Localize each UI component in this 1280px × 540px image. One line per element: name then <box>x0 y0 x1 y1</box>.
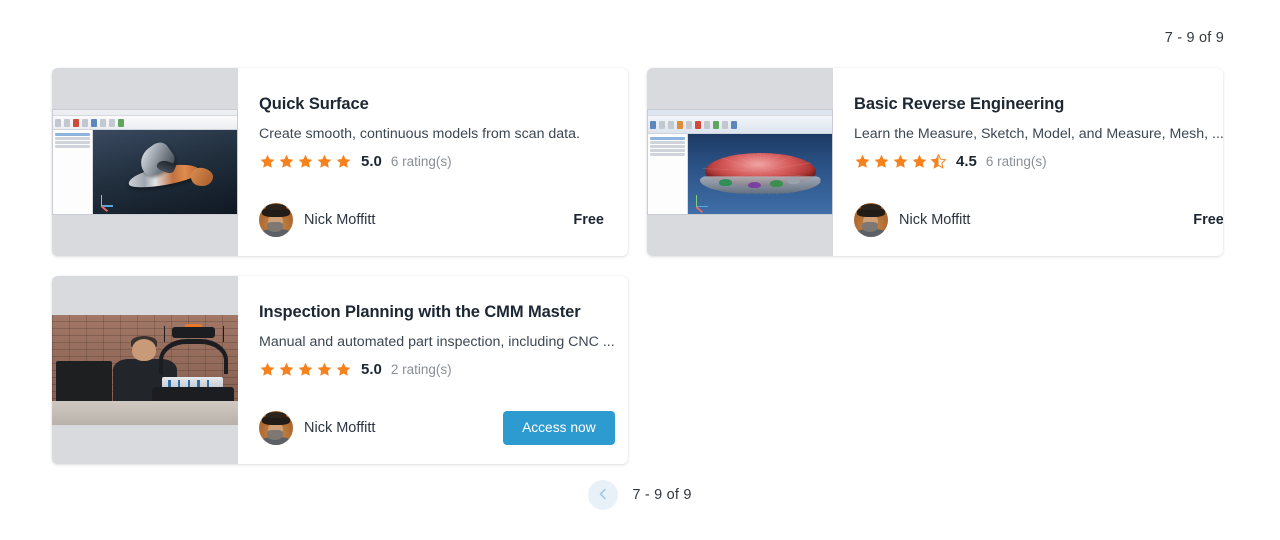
course-description: Learn the Measure, Sketch, Model, and Me… <box>854 125 1223 142</box>
course-description: Create smooth, continuous models from sc… <box>259 125 580 142</box>
course-title[interactable]: Quick Surface <box>259 95 604 115</box>
star-icon <box>911 153 928 170</box>
author-name: Nick Moffitt <box>304 420 376 436</box>
author-name: Nick Moffitt <box>899 212 971 228</box>
star-half-icon <box>930 153 947 170</box>
course-author[interactable]: Nick Moffitt <box>259 411 375 445</box>
course-thumbnail[interactable] <box>647 68 833 256</box>
course-title[interactable]: Inspection Planning with the CMM Master <box>259 303 615 323</box>
star-icon <box>297 361 314 378</box>
cad-dome-screenshot-icon <box>647 68 833 256</box>
course-listing-page: 7 - 9 of 9 Quick Surface Create smooth, … <box>0 0 1280 540</box>
course-card[interactable]: Basic Reverse Engineering Learn the Meas… <box>647 68 1223 256</box>
star-icon <box>278 361 295 378</box>
price-label: Free <box>573 212 604 228</box>
star-icon <box>259 153 276 170</box>
rating-value: 4.5 <box>956 152 977 170</box>
course-card-footer: Nick Moffitt Access now <box>259 410 615 446</box>
price-label: Free <box>1193 212 1223 228</box>
star-icon <box>335 361 352 378</box>
course-card-body: Basic Reverse Engineering Learn the Meas… <box>833 68 1223 256</box>
previous-page-button[interactable] <box>588 480 619 510</box>
star-icon <box>892 153 909 170</box>
star-rating <box>259 361 352 378</box>
course-title[interactable]: Basic Reverse Engineering <box>854 95 1223 115</box>
rating-count: 6 rating(s) <box>985 153 1047 169</box>
star-icon <box>873 153 890 170</box>
course-card-body: Quick Surface Create smooth, continuous … <box>238 68 628 256</box>
star-icon <box>316 361 333 378</box>
rating-value: 5.0 <box>361 360 382 378</box>
result-count-top: 7 - 9 of 9 <box>1164 30 1224 46</box>
rating-value: 5.0 <box>361 152 382 170</box>
author-name: Nick Moffitt <box>304 212 376 228</box>
star-icon <box>335 153 352 170</box>
star-icon <box>297 153 314 170</box>
star-icon <box>316 153 333 170</box>
course-card-body: Inspection Planning with the CMM Master … <box>238 276 628 464</box>
star-rating <box>259 153 352 170</box>
course-card[interactable]: Quick Surface Create smooth, continuous … <box>52 68 628 256</box>
pagination-label: 7 - 9 of 9 <box>632 487 692 503</box>
course-thumbnail[interactable] <box>52 276 238 464</box>
star-icon <box>278 153 295 170</box>
course-card-footer: Nick Moffitt Free <box>854 202 1223 238</box>
course-rating: 5.0 2 rating(s) <box>259 361 615 378</box>
rating-count: 6 rating(s) <box>390 153 452 169</box>
course-author[interactable]: Nick Moffitt <box>854 203 970 237</box>
course-thumbnail[interactable] <box>52 68 238 256</box>
avatar <box>854 203 888 237</box>
chevron-left-icon <box>596 487 610 504</box>
star-icon <box>259 361 276 378</box>
star-icon <box>854 153 871 170</box>
course-card-grid: Quick Surface Create smooth, continuous … <box>52 68 1224 464</box>
access-now-button[interactable]: Access now <box>503 411 615 445</box>
course-description: Manual and automated part inspection, in… <box>259 333 615 350</box>
cmm-photo-icon <box>52 276 238 464</box>
course-card[interactable]: Inspection Planning with the CMM Master … <box>52 276 628 464</box>
rating-count: 2 rating(s) <box>390 361 452 377</box>
pagination: 7 - 9 of 9 <box>0 480 1280 510</box>
star-rating <box>854 153 947 170</box>
course-card-footer: Nick Moffitt Free <box>259 202 604 238</box>
cad-shark-screenshot-icon <box>52 68 238 256</box>
course-rating: 5.0 6 rating(s) <box>259 153 604 170</box>
avatar <box>259 203 293 237</box>
avatar <box>259 411 293 445</box>
course-rating: 4.5 6 rating(s) <box>854 153 1223 170</box>
course-author[interactable]: Nick Moffitt <box>259 203 375 237</box>
